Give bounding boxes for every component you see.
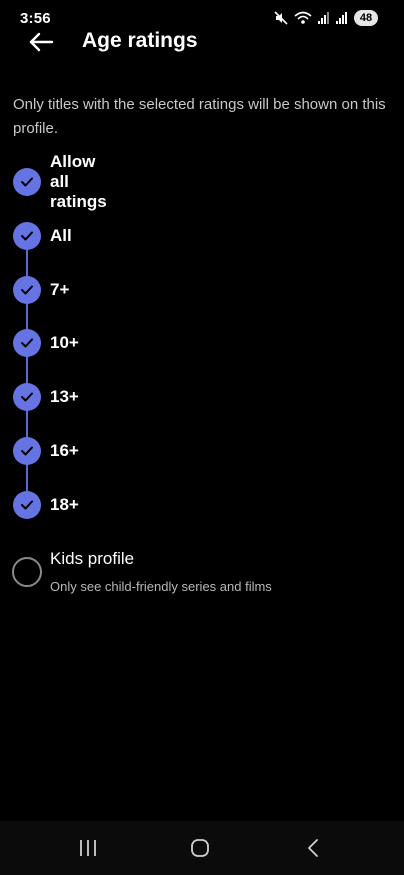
back-button[interactable] [28,32,54,52]
rating-all[interactable]: All [13,222,72,250]
description-text: Only titles with the selected ratings wi… [13,96,386,137]
rating-label: 16+ [50,441,79,460]
mute-icon [274,11,288,25]
rating-label: Allow all ratings [50,152,107,211]
rating-allow-all[interactable]: Allow all ratings [13,152,107,211]
home-icon [191,839,209,857]
checkbox-checked[interactable] [13,222,41,250]
arrow-left-icon [29,32,54,52]
recents-button[interactable] [78,839,98,862]
rating-16-plus[interactable]: 16+ [13,437,79,465]
checkmark-icon [21,285,33,295]
rating-label: 7+ [50,280,70,299]
rating-10-plus[interactable]: 10+ [13,329,79,357]
rating-label: All [50,226,72,245]
rating-label: 18+ [50,495,79,514]
kids-profile-option[interactable]: Kids profile Only see child-friendly ser… [12,548,392,600]
checkbox-checked[interactable] [13,383,41,411]
rating-18-plus[interactable]: 18+ [13,491,79,519]
checkbox-checked[interactable] [13,168,41,196]
kids-profile-title: Kids profile [50,549,135,568]
checkmark-icon [21,231,33,241]
checkbox-checked[interactable] [13,276,41,304]
checkbox-checked[interactable] [13,491,41,519]
kids-profile-radio[interactable] [12,557,42,587]
nav-back-button[interactable] [305,839,321,862]
signal-icon [336,12,348,24]
checkmark-icon [21,446,33,456]
header: Age ratings [0,24,404,60]
back-icon [308,839,318,857]
recents-icon [80,840,96,856]
wifi-icon [294,11,312,25]
home-button[interactable] [190,839,210,862]
page-title: Age ratings [82,29,198,52]
rating-label: 10+ [50,333,79,352]
checkmark-icon [21,500,33,510]
checkbox-checked[interactable] [13,437,41,465]
checkmark-icon [21,338,33,348]
rating-7-plus[interactable]: 7+ [13,276,69,304]
kids-profile-subtitle: Only see child-friendly series and films [50,579,272,594]
signal-icon [318,12,330,24]
checkmark-icon [21,392,33,402]
checkmark-icon [21,177,33,187]
rating-label: 13+ [50,387,79,406]
system-nav-bar [0,821,404,875]
checkbox-checked[interactable] [13,329,41,357]
rating-13-plus[interactable]: 13+ [13,383,79,411]
